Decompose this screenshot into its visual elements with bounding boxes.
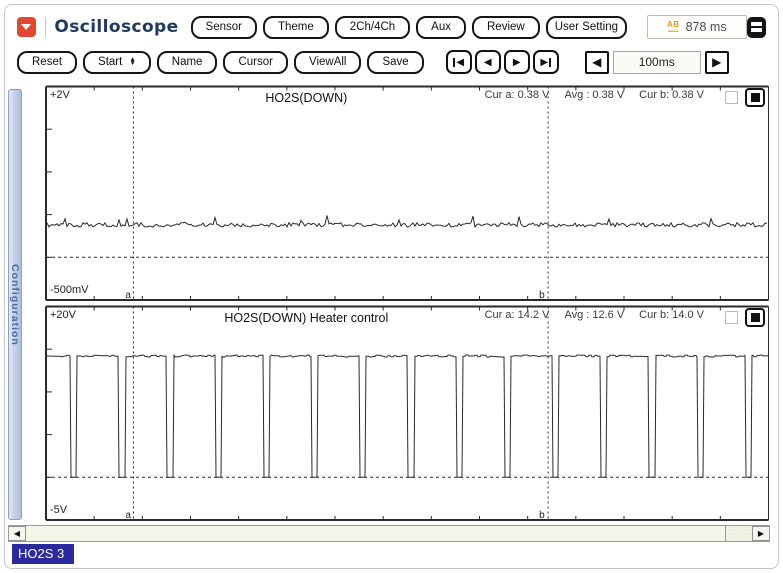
app-menu-button[interactable] <box>17 17 36 37</box>
cursor-a-label[interactable]: a <box>125 510 131 521</box>
status-bar: HO2S 3 <box>5 544 778 568</box>
y-min-label: -500mV <box>50 284 89 296</box>
configuration-tab-label: Configuration <box>9 264 21 346</box>
y-min-label: -5V <box>50 504 67 516</box>
header-toolbar: Oscilloscope Sensor Theme 2Ch/4Ch Aux Re… <box>5 5 778 43</box>
channel-mode-button[interactable]: 2Ch/4Ch <box>335 16 410 39</box>
review-button[interactable]: Review <box>472 16 540 39</box>
skip-to-start-button[interactable]: ◀ <box>446 50 472 74</box>
viewall-button[interactable]: ViewAll <box>294 51 362 74</box>
channel-color-swatch <box>751 93 760 102</box>
layout-bar-icon <box>751 22 762 26</box>
cursor-b-label[interactable]: b <box>539 510 545 521</box>
step-back-button[interactable]: ◀ <box>475 50 501 74</box>
page-title: Oscilloscope <box>54 17 178 37</box>
chevron-down-icon <box>21 24 31 30</box>
save-button[interactable]: Save <box>367 51 423 74</box>
divider <box>45 17 46 37</box>
ab-time-value: 878 ms <box>686 20 727 34</box>
bar-icon <box>453 58 455 67</box>
cursor-b-readout: Cur b: 14.0 V <box>639 309 704 321</box>
start-button[interactable]: Start ▲▼ <box>83 51 151 74</box>
horizontal-scrollbar[interactable]: ◀ ▶ <box>8 525 770 542</box>
channel-color-button[interactable] <box>745 88 765 107</box>
scope-charts: +2V HO2S(DOWN) Cur a: 0.38 V Avg : 0.38 … <box>34 85 770 522</box>
layout-bar-icon <box>751 28 762 32</box>
user-setting-button[interactable]: User Setting <box>546 16 627 39</box>
avg-readout: Avg : 0.38 V <box>564 89 624 101</box>
timebase-control: ◀ 100ms ▶ <box>585 51 729 74</box>
chart-title: HO2S(DOWN) <box>265 91 347 105</box>
name-button[interactable]: Name <box>157 51 218 74</box>
bar-icon <box>549 58 551 67</box>
channel-checkbox[interactable] <box>725 91 738 104</box>
measurement-readouts: Cur a: 14.2 V Avg : 12.6 V Cur b: 14.0 V <box>485 309 704 321</box>
channel-controls <box>725 88 765 107</box>
reset-button[interactable]: Reset <box>17 51 77 74</box>
scrollbar-track[interactable] <box>26 526 752 541</box>
skip-to-end-button[interactable]: ▶ <box>533 50 559 74</box>
scroll-right-button[interactable]: ▶ <box>752 526 769 541</box>
y-max-label: +20V <box>50 309 76 321</box>
cursor-a-label[interactable]: a <box>125 290 131 301</box>
ab-time-display: AB▬▬ 878 ms <box>647 15 747 39</box>
scrollbar-thumb[interactable] <box>26 526 726 541</box>
waveform-canvas <box>34 85 770 302</box>
controls-toolbar: Reset Start ▲▼ Name Cursor ViewAll Save … <box>5 43 778 81</box>
channel-checkbox[interactable] <box>725 311 738 324</box>
start-spinner-icon: ▲▼ <box>129 58 135 65</box>
cursor-a-readout: Cur a: 14.2 V <box>485 309 550 321</box>
ab-time-icon: AB▬▬ <box>667 21 680 34</box>
measurement-readouts: Cur a: 0.38 V Avg : 0.38 V Cur b: 0.38 V <box>485 89 704 101</box>
cursor-button[interactable]: Cursor <box>223 51 288 74</box>
sensor-button[interactable]: Sensor <box>191 16 257 39</box>
timebase-value: 100ms <box>613 51 701 74</box>
y-max-label: +2V <box>50 89 70 101</box>
aux-button[interactable]: Aux <box>416 16 466 39</box>
status-badge: HO2S 3 <box>12 544 74 564</box>
channel-controls <box>725 308 765 327</box>
playback-controls: ◀ ◀ ▶ ▶ <box>446 50 559 74</box>
channel-color-button[interactable] <box>745 308 765 327</box>
channel-color-swatch <box>751 313 760 322</box>
timebase-decrease-button[interactable]: ◀ <box>585 51 609 74</box>
timebase-increase-button[interactable]: ▶ <box>705 51 729 74</box>
avg-readout: Avg : 12.6 V <box>564 309 624 321</box>
waveform-canvas <box>34 305 770 522</box>
cursor-b-label[interactable]: b <box>539 290 545 301</box>
oscilloscope-window: Oscilloscope Sensor Theme 2Ch/4Ch Aux Re… <box>4 4 779 569</box>
cursor-b-readout: Cur b: 0.38 V <box>639 89 704 101</box>
chart-ho2s-down-heater[interactable]: +20V HO2S(DOWN) Heater control Cur a: 14… <box>34 305 770 522</box>
main-area: Configuration +2V HO2S(DOWN) Cur a: 0.38… <box>5 81 778 522</box>
chart-title: HO2S(DOWN) Heater control <box>224 311 388 325</box>
scroll-left-button[interactable]: ◀ <box>9 526 26 541</box>
step-forward-button[interactable]: ▶ <box>504 50 530 74</box>
cursor-a-readout: Cur a: 0.38 V <box>485 89 550 101</box>
theme-button[interactable]: Theme <box>263 16 329 39</box>
chart-ho2s-down[interactable]: +2V HO2S(DOWN) Cur a: 0.38 V Avg : 0.38 … <box>34 85 770 302</box>
window-layout-button[interactable] <box>747 17 766 38</box>
start-button-label: Start <box>98 56 122 68</box>
configuration-tab[interactable]: Configuration <box>8 89 22 520</box>
